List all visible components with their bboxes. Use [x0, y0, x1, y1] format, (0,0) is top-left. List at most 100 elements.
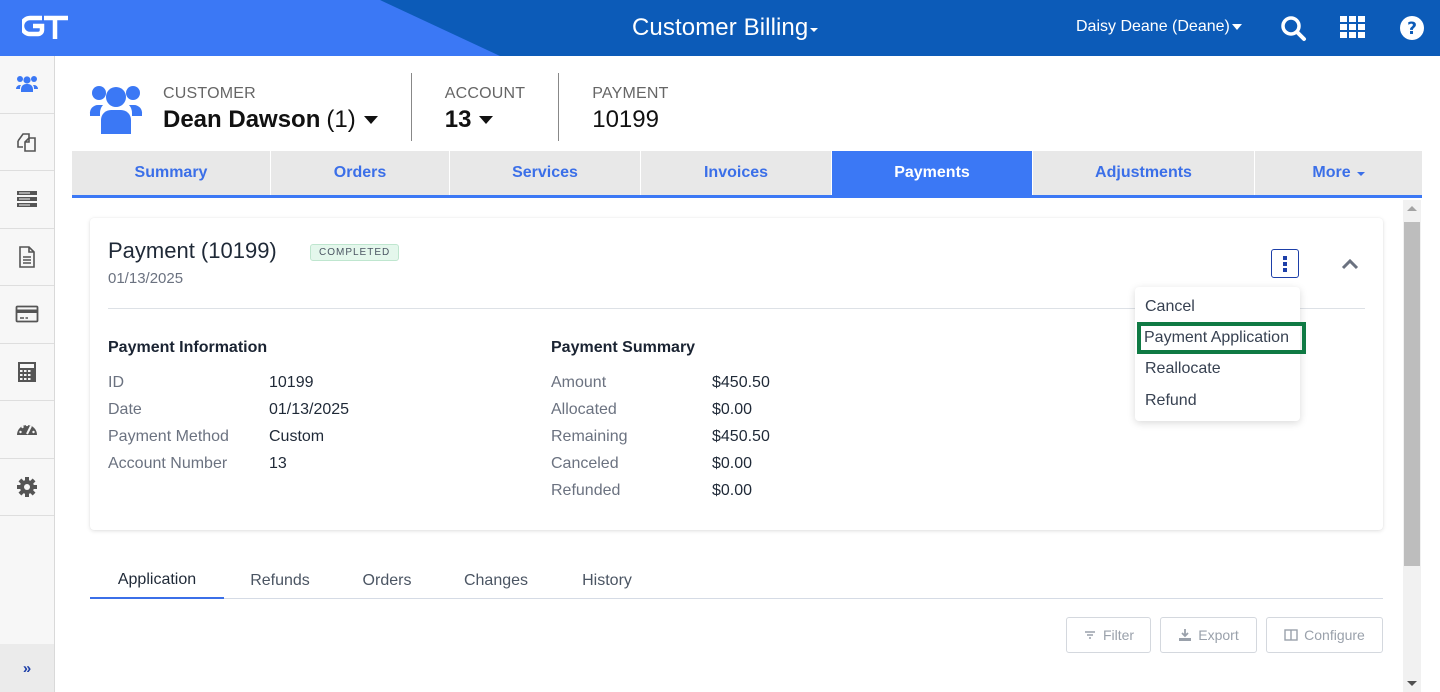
- scroll-down-arrow-icon[interactable]: [1407, 681, 1417, 686]
- info-label: Payment Method: [108, 428, 229, 445]
- account-dropdown[interactable]: 13: [445, 106, 526, 134]
- caret-down-icon: [363, 116, 378, 124]
- columns-icon: [1284, 629, 1298, 641]
- search-icon[interactable]: [1279, 14, 1307, 42]
- customer-avatar-icon: [89, 86, 143, 134]
- payment-information-heading: Payment Information: [108, 339, 268, 356]
- summary-label: Remaining: [551, 428, 628, 445]
- users-icon: [16, 76, 38, 93]
- rail-item-services[interactable]: [0, 171, 54, 229]
- caret-down-icon: [479, 116, 494, 124]
- caret-down-icon: [810, 28, 819, 32]
- expand-rail-button[interactable]: »: [0, 644, 54, 692]
- customer-dropdown[interactable]: Dean Dawson (1): [163, 106, 378, 134]
- summary-row: Amount $450.50: [551, 369, 770, 396]
- info-value: 01/13/2025: [269, 401, 350, 418]
- rail-item-payments[interactable]: [0, 286, 54, 344]
- tab-summary[interactable]: Summary: [72, 151, 271, 195]
- apps-grid-icon[interactable]: [1339, 14, 1367, 42]
- info-value: Custom: [269, 428, 325, 445]
- summary-value: $0.00: [712, 401, 753, 418]
- subtab-orders[interactable]: Orders: [336, 562, 438, 599]
- filter-label: Filter: [1102, 627, 1135, 643]
- info-row: ID 10199: [108, 369, 349, 396]
- app-switcher[interactable]: Customer Billing: [632, 14, 819, 42]
- gt-logo[interactable]: [22, 13, 70, 43]
- collapse-chevron-up-icon[interactable]: [1340, 254, 1360, 274]
- summary-row: Allocated $0.00: [551, 396, 770, 423]
- summary-value: $450.50: [712, 374, 770, 391]
- double-chevron-right-icon: »: [22, 659, 32, 677]
- scroll-up-arrow-icon[interactable]: [1407, 206, 1417, 211]
- divider: [558, 73, 560, 141]
- info-row: Account Number 13: [108, 450, 349, 477]
- file-text-icon: [19, 245, 35, 268]
- customer-label: CUSTOMER: [163, 85, 256, 102]
- vertical-scrollbar[interactable]: [1403, 200, 1421, 692]
- divider: [410, 73, 412, 141]
- filter-button[interactable]: Filter: [1066, 617, 1151, 653]
- tab-payments[interactable]: Payments: [832, 151, 1033, 195]
- rail-item-documents[interactable]: [0, 114, 54, 171]
- summary-value: $0.00: [712, 455, 753, 472]
- caret-down-icon: [1231, 24, 1242, 30]
- summary-label: Refunded: [551, 482, 621, 499]
- download-icon: [1179, 629, 1192, 641]
- payment-context: PAYMENT 10199: [592, 73, 668, 141]
- subtab-changes[interactable]: Changes: [438, 562, 554, 599]
- configure-button[interactable]: Configure: [1266, 617, 1383, 653]
- menu-item-refund[interactable]: Refund: [1135, 385, 1300, 416]
- actions-menu-button[interactable]: [1271, 249, 1299, 278]
- rail-item-customers[interactable]: [0, 56, 54, 114]
- server-list-icon: [17, 191, 37, 208]
- scrollbar-thumb[interactable]: [1404, 222, 1420, 566]
- summary-label: Allocated: [551, 401, 617, 418]
- menu-item-reallocate[interactable]: Reallocate: [1135, 354, 1300, 385]
- gauge-icon: [17, 424, 37, 436]
- info-label: Account Number: [108, 455, 228, 472]
- export-button[interactable]: Export: [1160, 617, 1257, 653]
- help-icon[interactable]: ?: [1398, 14, 1426, 42]
- payment-date: 01/13/2025: [108, 270, 184, 287]
- tab-more-label: More: [1312, 164, 1351, 181]
- configure-label: Configure: [1304, 627, 1365, 643]
- tab-adjustments[interactable]: Adjustments: [1033, 151, 1255, 195]
- payment-summary-list: Amount $450.50 Allocated $0.00 Remaining $4…: [551, 369, 770, 504]
- menu-item-payment-application[interactable]: Payment Application: [1137, 322, 1306, 354]
- account-label: ACCOUNT: [444, 85, 526, 102]
- rail-item-calculator[interactable]: [0, 344, 54, 401]
- gear-icon: [17, 476, 37, 497]
- tab-invoices[interactable]: Invoices: [641, 151, 832, 195]
- tab-services[interactable]: Services: [450, 151, 641, 195]
- summary-row: Canceled $0.00: [551, 450, 770, 477]
- user-name: Daisy Deane (Deane): [1076, 18, 1230, 35]
- subtab-refunds[interactable]: Refunds: [224, 562, 336, 599]
- summary-value: $0.00: [712, 482, 753, 499]
- caret-down-icon: [1356, 172, 1365, 176]
- rail-item-invoices[interactable]: [0, 229, 54, 286]
- calculator-icon: [18, 361, 36, 382]
- menu-item-cancel[interactable]: Cancel: [1135, 291, 1300, 322]
- status-badge: COMPLETED: [310, 244, 400, 261]
- more-vertical-icon: [1283, 255, 1287, 272]
- rail-item-settings[interactable]: [0, 459, 54, 516]
- tab-more[interactable]: More: [1255, 151, 1422, 195]
- subtab-history[interactable]: History: [554, 562, 660, 599]
- payment-title: Payment (10199): [108, 238, 277, 263]
- rail-item-dashboard[interactable]: [0, 401, 54, 459]
- summary-row: Remaining $450.50: [551, 423, 770, 450]
- context-header: CUSTOMER Dean Dawson (1) ACCOUNT 13 PAYM…: [88, 73, 669, 141]
- payment-label: PAYMENT: [592, 85, 669, 102]
- customer-name: Dean Dawson: [163, 106, 321, 133]
- payment-summary-heading: Payment Summary: [551, 339, 696, 356]
- info-label: Date: [108, 401, 142, 418]
- detail-subtabs: Application Refunds Orders Changes Histo…: [90, 562, 1383, 599]
- user-menu[interactable]: Daisy Deane (Deane): [1076, 18, 1242, 36]
- tab-orders[interactable]: Orders: [271, 151, 450, 195]
- subtab-application[interactable]: Application: [90, 562, 224, 599]
- info-value: 13: [269, 455, 287, 472]
- payment-value: 10199: [592, 106, 659, 133]
- summary-label: Amount: [551, 374, 607, 391]
- copy-icon: [17, 132, 36, 152]
- customer-id: (1): [326, 106, 356, 133]
